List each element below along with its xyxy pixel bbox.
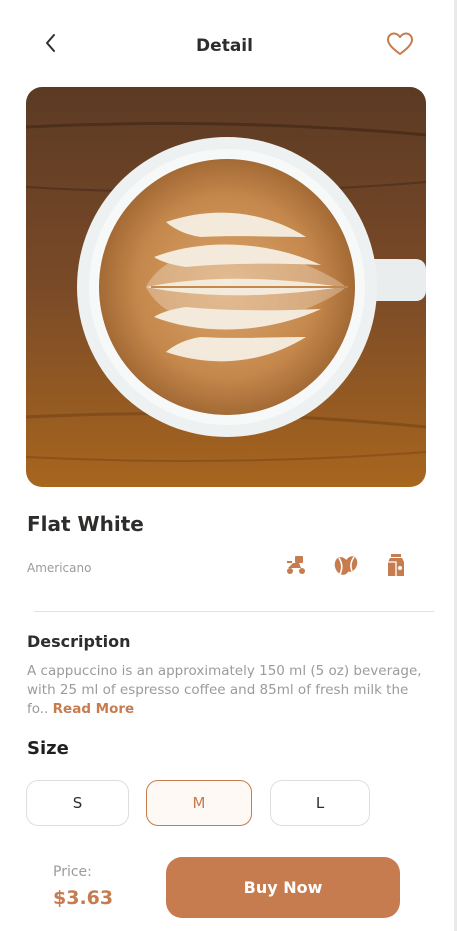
feature-icons: [283, 552, 409, 578]
size-option-s[interactable]: S: [26, 780, 129, 826]
description-text: A cappuccino is an approximately 150 ml …: [27, 662, 422, 719]
top-app-bar: Detail: [0, 26, 449, 66]
divider: [34, 611, 434, 612]
product-subtitle: Americano: [27, 561, 92, 575]
product-image: [26, 87, 426, 487]
milk-carton-icon: [383, 552, 409, 578]
description-heading: Description: [27, 632, 131, 651]
read-more-link[interactable]: Read More: [53, 701, 135, 717]
price-label: Price:: [53, 864, 92, 880]
buy-now-button[interactable]: Buy Now: [166, 857, 400, 918]
favorite-button[interactable]: [384, 30, 416, 62]
size-option-m[interactable]: M: [146, 780, 252, 826]
product-name: Flat White: [27, 512, 144, 536]
coffee-bean-icon: [333, 552, 359, 578]
heart-outline-icon: [386, 31, 414, 61]
page-title: Detail: [196, 36, 253, 56]
delivery-scooter-icon: [283, 552, 309, 578]
price-value: $3.63: [53, 887, 114, 909]
size-option-l[interactable]: L: [270, 780, 370, 826]
size-heading: Size: [27, 738, 69, 759]
